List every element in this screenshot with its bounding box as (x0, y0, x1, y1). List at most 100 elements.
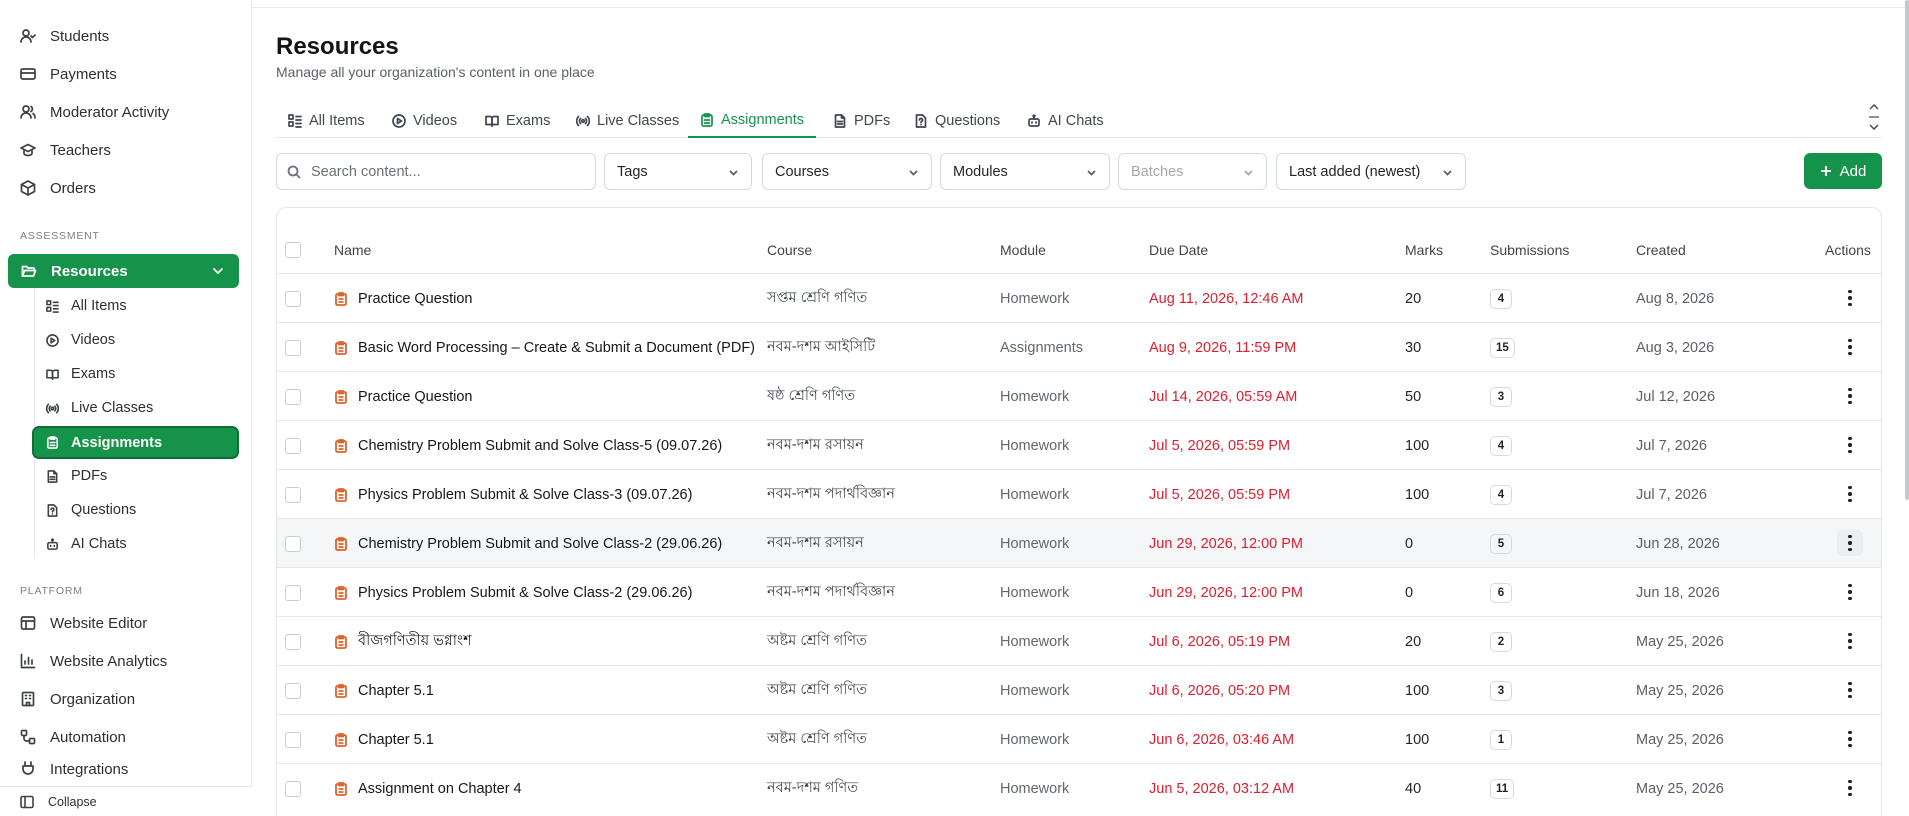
sidebar-item-organization[interactable]: Organization (20, 685, 135, 713)
sidebar-item-moderator-activity[interactable]: Moderator Activity (20, 98, 169, 126)
sidebar-item-integrations[interactable]: Integrations (20, 761, 128, 777)
assignment-name-text: Chapter 5.1 (358, 731, 434, 748)
row-actions-button[interactable] (1837, 579, 1863, 605)
tab-all-items[interactable]: All Items (276, 104, 377, 138)
sidebar-item-website-editor[interactable]: Website Editor (20, 609, 147, 637)
tab-pdfs[interactable]: PDFs (821, 104, 902, 138)
sidebar-item-orders[interactable]: Orders (20, 174, 96, 202)
submissions-badge[interactable]: 3 (1490, 386, 1512, 407)
sidebar-item-students[interactable]: Students (20, 22, 109, 50)
tab-live-classes[interactable]: Live Classes (564, 104, 691, 138)
modules-select[interactable]: Modules (940, 153, 1110, 190)
row-actions-button[interactable] (1837, 628, 1863, 654)
submissions-badge[interactable]: 3 (1490, 680, 1512, 701)
created-cell: May 25, 2026 (1636, 633, 1724, 650)
collapse-button[interactable]: Collapse (0, 786, 252, 816)
table-row[interactable]: Chemistry Problem Submit and Solve Class… (277, 420, 1881, 469)
sidebar-item-teachers[interactable]: Teachers (20, 136, 111, 164)
table-row[interactable]: Chapter 5.1 অষ্টম শ্রেণি গণিত Homework Jun … (277, 714, 1881, 763)
sidebar-sub-exams[interactable]: Exams (46, 360, 115, 388)
sidebar-sub-pdfs[interactable]: PDFs (46, 462, 107, 490)
row-checkbox[interactable] (285, 470, 301, 519)
assignment-name[interactable]: Chapter 5.1 (334, 666, 434, 715)
assignment-name[interactable]: Chemistry Problem Submit and Solve Class… (334, 421, 722, 470)
select-all-checkbox[interactable] (285, 242, 301, 258)
row-checkbox[interactable] (285, 274, 301, 323)
table-row[interactable]: Assignment on Chapter 4 নবম-দশম গণিত Homew… (277, 763, 1881, 812)
submissions-badge[interactable]: 4 (1490, 288, 1512, 309)
tab-questions[interactable]: Questions (902, 104, 1012, 138)
assignment-name[interactable]: Physics Problem Submit & Solve Class-2 (… (334, 568, 692, 617)
row-checkbox[interactable] (285, 421, 301, 470)
submissions-badge[interactable]: 1 (1490, 729, 1512, 750)
row-actions-button[interactable] (1837, 383, 1863, 409)
sidebar-sub-ai-chats[interactable]: AI Chats (46, 530, 127, 558)
row-checkbox[interactable] (285, 764, 301, 813)
batches-select[interactable]: Batches (1118, 153, 1267, 190)
submissions-badge[interactable]: 4 (1490, 435, 1512, 456)
assignment-name[interactable]: Assignment on Chapter 4 (334, 764, 522, 813)
row-actions-button[interactable] (1837, 285, 1863, 311)
course-cell: নবম-দশম গণিত (767, 779, 859, 796)
submissions-badge[interactable]: 15 (1490, 337, 1515, 358)
assignment-name[interactable]: Basic Word Processing – Create & Submit … (334, 323, 755, 372)
created-cell: Jul 12, 2026 (1636, 388, 1716, 405)
page-scrollbar[interactable] (1905, 0, 1909, 500)
row-checkbox[interactable] (285, 617, 301, 666)
sidebar-sub-questions[interactable]: Questions (46, 496, 136, 524)
submissions-badge[interactable]: 5 (1490, 533, 1512, 554)
sidebar-item-payments[interactable]: Payments (20, 60, 117, 88)
table-row[interactable]: Physics Problem Submit & Solve Class-2 (… (277, 567, 1881, 616)
table-row[interactable]: Chapter 5.1 অষ্টম শ্রেণি গণিত Homework Jul … (277, 665, 1881, 714)
assignment-name[interactable]: বীজগণিতীয় ভগ্নাংশ (334, 617, 472, 666)
tab-assignments[interactable]: Assignments (688, 104, 817, 138)
table-row[interactable]: Practice Question ষষ্ঠ শ্রেণি গণিত Homewor… (277, 371, 1881, 420)
tab-videos[interactable]: Videos (380, 104, 469, 138)
row-actions-button[interactable] (1837, 334, 1863, 360)
sidebar-sub-videos[interactable]: Videos (46, 326, 115, 354)
row-checkbox[interactable] (285, 568, 301, 617)
row-checkbox[interactable] (285, 519, 301, 568)
table-row[interactable]: Practice Question সপ্তম শ্রেণি গণিত Homewo… (277, 273, 1881, 322)
sidebar-sub-all-items[interactable]: All Items (46, 292, 127, 320)
tab-exams[interactable]: Exams (473, 104, 562, 138)
assignment-name[interactable]: Chapter 5.1 (334, 715, 434, 764)
sort-select[interactable]: Last added (newest) (1276, 153, 1466, 190)
file-text-icon (834, 114, 846, 128)
table-row[interactable]: বীজগণিতীয় ভগ্নাংশ অষ্টম শ্রেণি গণিত Homew… (277, 616, 1881, 665)
row-actions-button[interactable] (1837, 726, 1863, 752)
row-checkbox[interactable] (285, 666, 301, 715)
row-actions-button[interactable] (1837, 775, 1863, 801)
submissions-badge[interactable]: 4 (1490, 484, 1512, 505)
search-input[interactable] (311, 163, 581, 180)
row-actions-button[interactable] (1837, 530, 1863, 556)
submissions-badge[interactable]: 2 (1490, 631, 1512, 652)
row-checkbox[interactable] (285, 372, 301, 421)
sidebar-item-website-analytics[interactable]: Website Analytics (20, 647, 167, 675)
submissions-badge[interactable]: 6 (1490, 582, 1512, 603)
sidebar-sub-assignments[interactable]: Assignments (32, 426, 239, 459)
sidebar-sub-live-classes[interactable]: Live Classes (46, 394, 153, 422)
assignment-name[interactable]: Practice Question (334, 372, 472, 421)
row-actions-button[interactable] (1837, 677, 1863, 703)
marks-cell: 0 (1405, 535, 1414, 552)
row-checkbox[interactable] (285, 715, 301, 764)
courses-select[interactable]: Courses (762, 153, 932, 190)
table-row[interactable]: Chemistry Problem Submit and Solve Class… (277, 518, 1881, 567)
add-button[interactable]: Add (1804, 153, 1882, 189)
submissions-badge[interactable]: 11 (1490, 778, 1515, 799)
tab-ai-chats[interactable]: AI Chats (1015, 104, 1116, 138)
table-row[interactable]: Basic Word Processing – Create & Submit … (277, 322, 1881, 371)
row-checkbox[interactable] (285, 323, 301, 372)
row-actions-button[interactable] (1837, 432, 1863, 458)
tags-select-value: Tags (617, 163, 648, 180)
row-actions-button[interactable] (1837, 481, 1863, 507)
sidebar-item-automation[interactable]: Automation (20, 723, 126, 751)
sidebar-item-resources[interactable]: Resources (8, 254, 239, 288)
tags-select[interactable]: Tags (604, 153, 752, 190)
table-row[interactable]: Physics Problem Submit & Solve Class-3 (… (277, 469, 1881, 518)
tab-scroll-arrows-icon[interactable] (1868, 102, 1880, 132)
assignment-name[interactable]: Physics Problem Submit & Solve Class-3 (… (334, 470, 692, 519)
assignment-name[interactable]: Chemistry Problem Submit and Solve Class… (334, 519, 722, 568)
assignment-name[interactable]: Practice Question (334, 274, 472, 323)
